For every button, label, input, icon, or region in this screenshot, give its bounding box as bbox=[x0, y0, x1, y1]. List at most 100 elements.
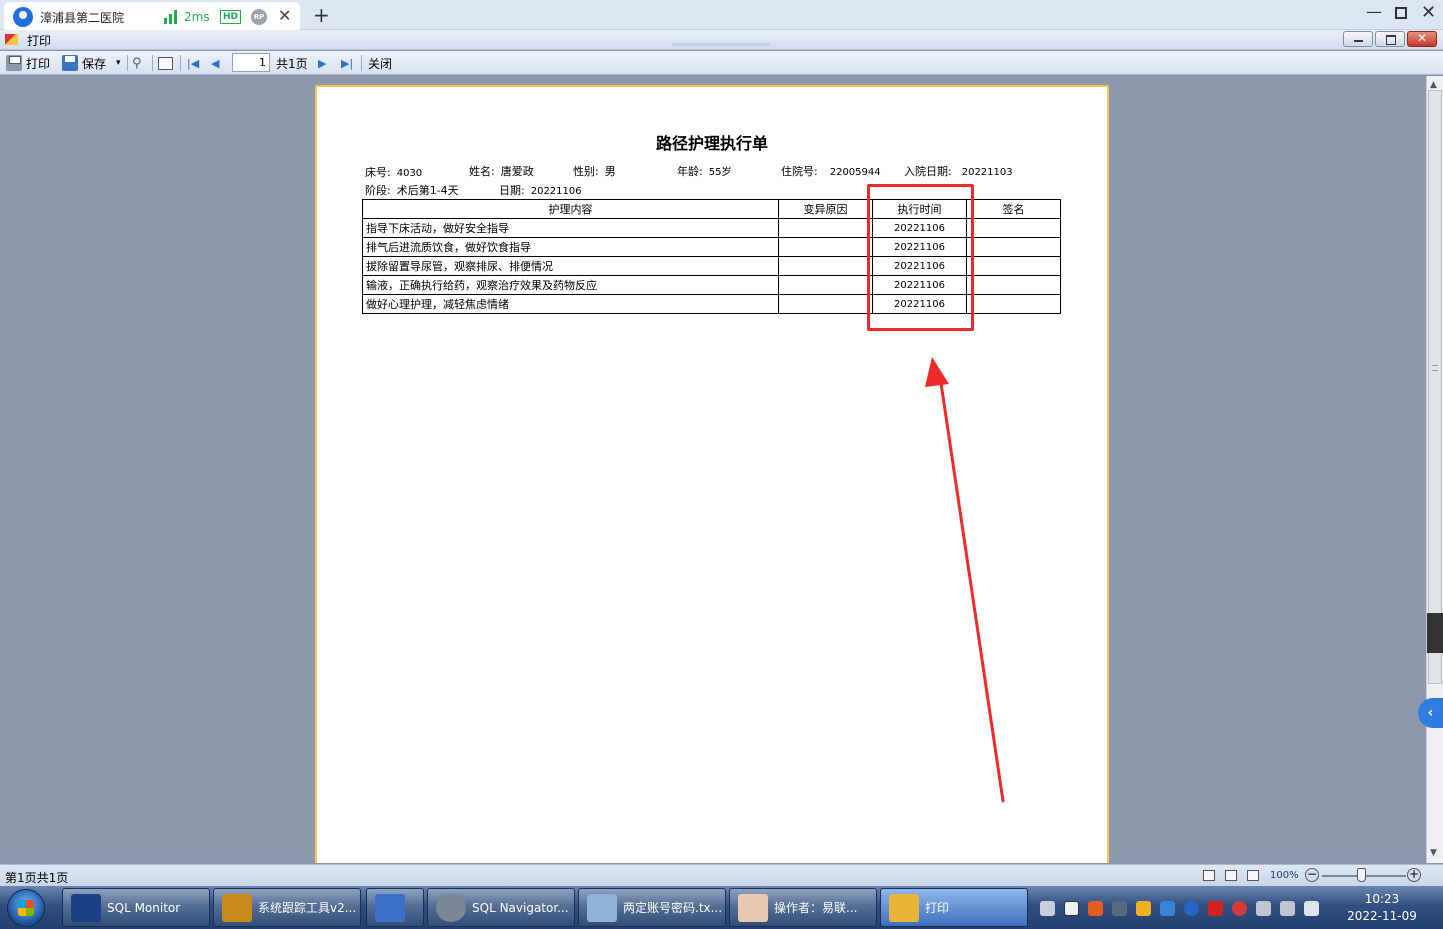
keyboard-icon[interactable] bbox=[1040, 900, 1055, 916]
multi-page-icon[interactable] bbox=[1203, 870, 1215, 881]
single-page-icon[interactable] bbox=[1225, 870, 1237, 881]
cell-sign bbox=[966, 218, 1061, 238]
cell-content: 拔除留置导尿管，观察排尿、排便情况 bbox=[362, 256, 779, 276]
print-app-icon bbox=[5, 34, 18, 45]
window-icon[interactable] bbox=[1064, 900, 1079, 916]
highlight-box bbox=[867, 184, 974, 331]
bed-value: 4030 bbox=[396, 168, 423, 179]
toolbar-separator bbox=[361, 55, 362, 71]
zoom-out-icon[interactable]: − bbox=[1305, 868, 1319, 882]
side-panel-toggle-icon[interactable]: ‹ bbox=[1418, 698, 1443, 728]
task-trace-tool[interactable]: 系统跟踪工具v2... bbox=[213, 888, 361, 927]
toolbar-separator bbox=[152, 55, 153, 71]
ping-value: 2ms bbox=[184, 10, 210, 24]
zoom-in-icon[interactable]: + bbox=[1407, 868, 1421, 882]
task-notepad[interactable]: 两定账号密码.tx... bbox=[578, 888, 726, 927]
print-button[interactable]: 打印 bbox=[6, 53, 50, 73]
task-label: SQL Monitor bbox=[107, 900, 181, 915]
hd-badge[interactable]: HD bbox=[220, 10, 242, 24]
document-title: 路径护理执行单 bbox=[655, 134, 768, 153]
task-sql-navigator[interactable]: SQL Navigator... bbox=[427, 888, 575, 927]
rp-badge[interactable]: RP bbox=[251, 9, 267, 25]
clock-date: 2022-11-09 bbox=[1347, 909, 1417, 923]
next-page-icon[interactable]: ▶ bbox=[318, 53, 326, 73]
window-minimize-button[interactable] bbox=[1343, 31, 1373, 47]
scroll-up-icon[interactable]: ▲ bbox=[1430, 80, 1437, 90]
flag-icon[interactable] bbox=[1088, 900, 1103, 916]
system-tray bbox=[1040, 894, 1319, 922]
task-sql-monitor[interactable]: SQL Monitor bbox=[62, 888, 210, 927]
taskbar: SQL Monitor 系统跟踪工具v2... SQL Navigator...… bbox=[0, 886, 1443, 929]
sql-monitor-icon bbox=[71, 893, 101, 922]
stage-label: 阶段: bbox=[365, 184, 391, 197]
ga-icon[interactable] bbox=[1112, 900, 1127, 916]
last-page-icon[interactable]: ▶| bbox=[341, 53, 353, 73]
info-icon[interactable] bbox=[1184, 900, 1199, 916]
clock-time: 10:23 bbox=[1364, 892, 1400, 906]
print-app-icon bbox=[889, 893, 919, 922]
find-icon[interactable]: ⚲ bbox=[132, 53, 142, 73]
col-header-content: 护理内容 bbox=[362, 199, 779, 219]
network-icon[interactable] bbox=[1160, 900, 1175, 916]
vertical-scrollbar[interactable]: ▲ ▼ bbox=[1426, 76, 1443, 863]
task-operator[interactable]: 操作者：易联... bbox=[729, 888, 877, 927]
task-label: 系统跟踪工具v2... bbox=[258, 901, 357, 915]
zoom-slider-knob[interactable] bbox=[1357, 868, 1366, 882]
sex-label: 性别: bbox=[573, 165, 599, 178]
scroll-thumb[interactable] bbox=[1428, 90, 1442, 684]
save-button[interactable]: 保存 bbox=[62, 53, 106, 73]
scroll-down-icon[interactable]: ▼ bbox=[1430, 848, 1437, 858]
prev-page-icon[interactable]: ◀ bbox=[211, 53, 219, 73]
task-network[interactable] bbox=[366, 888, 424, 927]
col-header-sign: 签名 bbox=[966, 199, 1061, 219]
printer-icon bbox=[6, 55, 22, 71]
maximize-icon[interactable] bbox=[1395, 7, 1407, 19]
printer-tray-icon[interactable] bbox=[1256, 900, 1271, 916]
antivirus-icon[interactable] bbox=[1232, 900, 1247, 916]
admit-date-value: 20221103 bbox=[961, 167, 1013, 178]
task-label: 打印 bbox=[925, 901, 950, 915]
cell-content: 输液，正确执行给药，观察治疗效果及药物反应 bbox=[362, 275, 779, 295]
remote-session-tab[interactable]: 漳浦县第二医院 2ms HD RP ✕ bbox=[4, 2, 300, 30]
forward-icon[interactable] bbox=[1208, 900, 1223, 916]
signal-icon bbox=[164, 10, 178, 24]
first-page-icon[interactable]: |◀ bbox=[187, 53, 199, 73]
minimize-icon[interactable]: — bbox=[1366, 2, 1382, 21]
page-number-input[interactable]: 1 bbox=[232, 53, 270, 72]
print-toolbar: 打印 保存 ▾ ⚲ |◀ ◀ 1 共1页 ▶ ▶| 关闭 bbox=[0, 51, 1443, 75]
new-tab-icon[interactable]: + bbox=[313, 3, 330, 27]
task-label: 操作者：易联... bbox=[774, 901, 858, 915]
page-setup-icon[interactable] bbox=[158, 53, 173, 73]
cell-variance bbox=[778, 294, 873, 314]
close-tab-icon[interactable]: ✕ bbox=[278, 6, 291, 25]
name-label: 姓名: bbox=[469, 165, 495, 178]
field-sex: 性别: 男 bbox=[573, 163, 616, 179]
cell-content: 做好心理护理，减轻焦虑情绪 bbox=[362, 294, 779, 314]
speaker-icon[interactable] bbox=[1304, 900, 1319, 916]
date-value: 20221106 bbox=[530, 186, 582, 197]
admit-date-label: 入院日期: bbox=[904, 165, 952, 178]
window-close-button[interactable] bbox=[1407, 31, 1437, 47]
task-label: SQL Navigator... bbox=[472, 900, 569, 915]
display-icon[interactable] bbox=[1280, 900, 1295, 916]
task-print[interactable]: 打印 bbox=[880, 888, 1028, 927]
window-restore-button[interactable] bbox=[1375, 31, 1405, 47]
preview-area: 路径护理执行单 床号: 4030 姓名: 唐爱政 性别: 男 年龄: 55岁 住院号: 2… bbox=[0, 76, 1426, 863]
save-dropdown-icon[interactable]: ▾ bbox=[116, 53, 121, 73]
remote-tab-title: 漳浦县第二医院 bbox=[40, 11, 125, 25]
field-name: 姓名: 唐爱政 bbox=[469, 163, 534, 179]
close-button[interactable]: 关闭 bbox=[368, 53, 392, 73]
field-bed: 床号: 4030 bbox=[365, 164, 422, 180]
clock[interactable]: 10:23 2022-11-09 bbox=[1336, 891, 1428, 925]
cell-content: 指导下床活动，做好安全指导 bbox=[362, 218, 779, 238]
security-icon[interactable] bbox=[1136, 900, 1151, 916]
close-icon[interactable]: ✕ bbox=[1421, 2, 1436, 23]
cell-variance bbox=[778, 256, 873, 276]
grip-icon bbox=[1432, 365, 1438, 371]
save-label: 保存 bbox=[82, 56, 107, 71]
field-admit-date: 入院日期: 20221103 bbox=[904, 163, 1013, 179]
page-width-icon[interactable] bbox=[1247, 870, 1259, 881]
toolbar-separator bbox=[127, 55, 128, 71]
start-button[interactable] bbox=[7, 889, 45, 927]
sql-tool-icon bbox=[222, 893, 252, 922]
